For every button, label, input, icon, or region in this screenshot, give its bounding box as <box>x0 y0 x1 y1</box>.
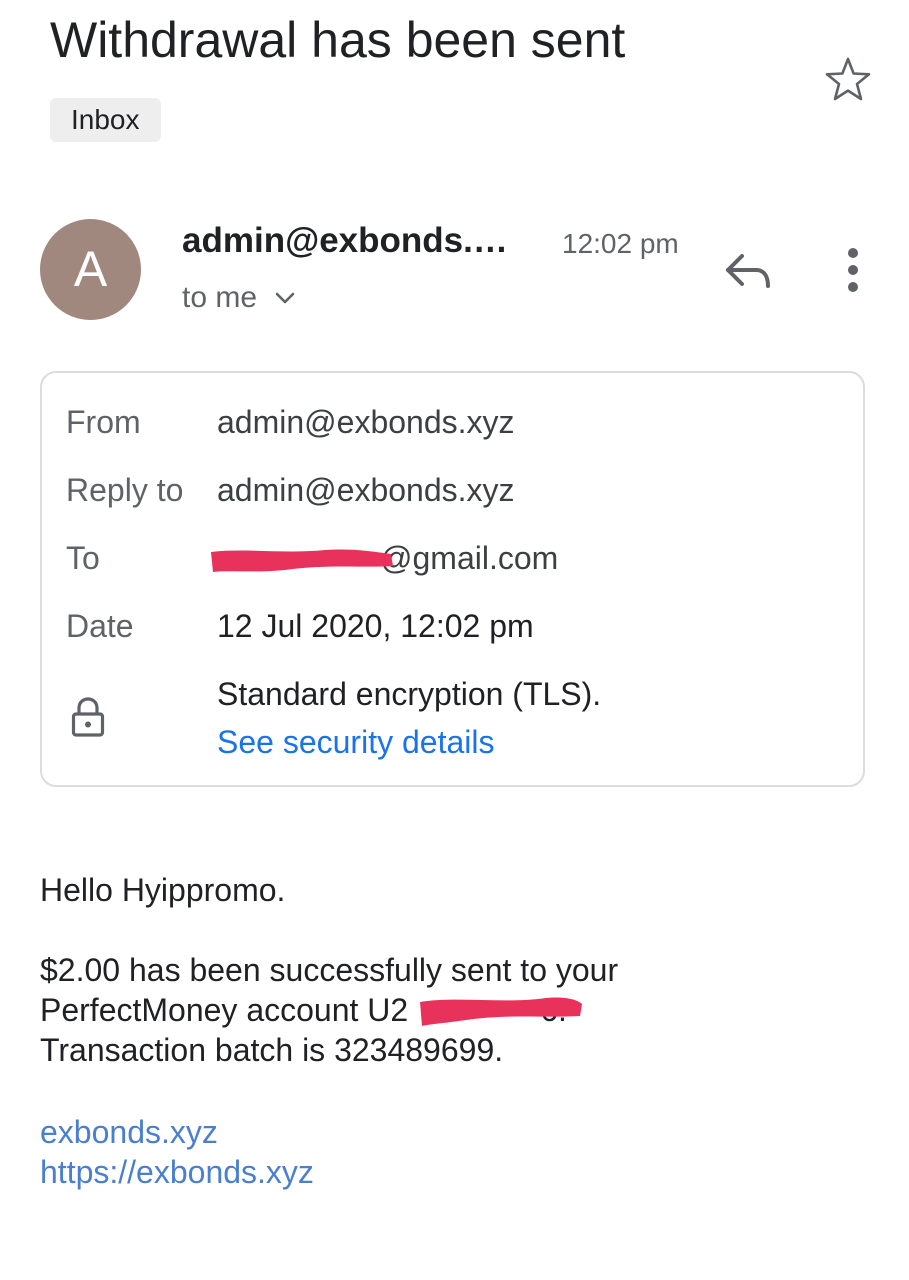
star-icon[interactable] <box>822 54 874 106</box>
reply-icon[interactable] <box>720 246 776 296</box>
from-value[interactable]: admin@exbonds.xyz <box>217 400 515 444</box>
body-line-2-prefix: PerfectMoney account U2 <box>40 992 409 1028</box>
body-line-3: Transaction batch is 323489699. <box>40 1032 504 1068</box>
date-value: 12 Jul 2020, 12:02 pm <box>217 608 534 644</box>
from-label: From <box>66 404 141 440</box>
email-time: 12:02 pm <box>562 228 679 259</box>
website-url-link[interactable]: https://exbonds.xyz <box>40 1152 314 1192</box>
to-value[interactable]: @gmail.com <box>380 536 558 580</box>
recipient-summary-toggle[interactable]: to me <box>182 278 297 318</box>
sender-avatar[interactable]: A <box>40 219 141 320</box>
email-subject: Withdrawal has been sent <box>50 12 626 68</box>
inbox-label-chip[interactable]: Inbox <box>50 98 161 142</box>
security-details-link[interactable]: See security details <box>217 720 494 764</box>
sender-name[interactable]: admin@exbonds.… <box>182 218 508 264</box>
chevron-down-icon <box>275 292 295 304</box>
date-label: Date <box>66 608 134 644</box>
lock-icon <box>71 697 105 737</box>
redaction-mark <box>420 997 582 1026</box>
encryption-text: Standard encryption (TLS). <box>217 676 602 712</box>
body-line-1: $2.00 has been successfully sent to your <box>40 952 619 988</box>
redaction-mark <box>211 549 393 572</box>
recipient-summary-label: to me <box>182 281 258 314</box>
website-link[interactable]: exbonds.xyz <box>40 1112 218 1152</box>
reply-to-value[interactable]: admin@exbonds.xyz <box>217 468 515 512</box>
to-label: To <box>66 540 100 576</box>
reply-to-label: Reply to <box>66 472 184 508</box>
greeting-text: Hello Hyippromo. <box>40 872 286 908</box>
more-vert-icon[interactable] <box>834 244 872 300</box>
